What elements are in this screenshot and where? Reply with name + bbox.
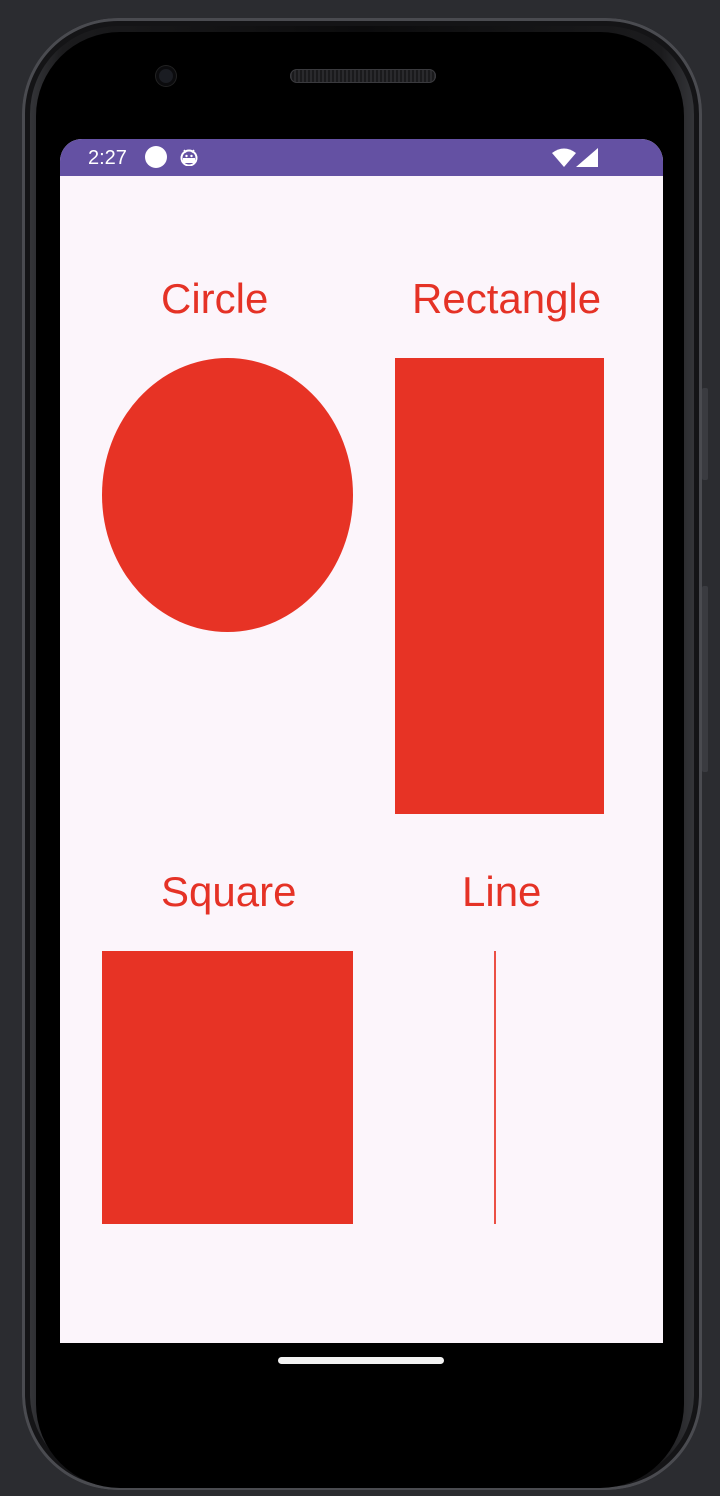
rectangle-shape (395, 358, 604, 814)
square-label: Square (161, 868, 297, 915)
earpiece-speaker (290, 69, 436, 83)
circle-shape (102, 358, 353, 632)
wifi-icon (552, 148, 576, 167)
square-shape (102, 951, 353, 1224)
home-gesture-bar[interactable] (278, 1357, 444, 1364)
power-button (702, 388, 708, 480)
rectangle-label: Rectangle (412, 275, 602, 322)
line-label: Line (462, 868, 542, 915)
app-screen: 2:27 Circle Rectangle Square Line (60, 139, 663, 1343)
volume-button (702, 586, 708, 772)
circle-notification-icon (145, 146, 167, 168)
line-shape (494, 951, 496, 1224)
circle-label: Circle (161, 275, 269, 322)
status-bar: 2:27 (60, 139, 663, 176)
android-icon (180, 149, 198, 166)
status-time: 2:27 (88, 147, 127, 169)
signal-icon (576, 148, 598, 167)
front-camera (156, 66, 176, 86)
